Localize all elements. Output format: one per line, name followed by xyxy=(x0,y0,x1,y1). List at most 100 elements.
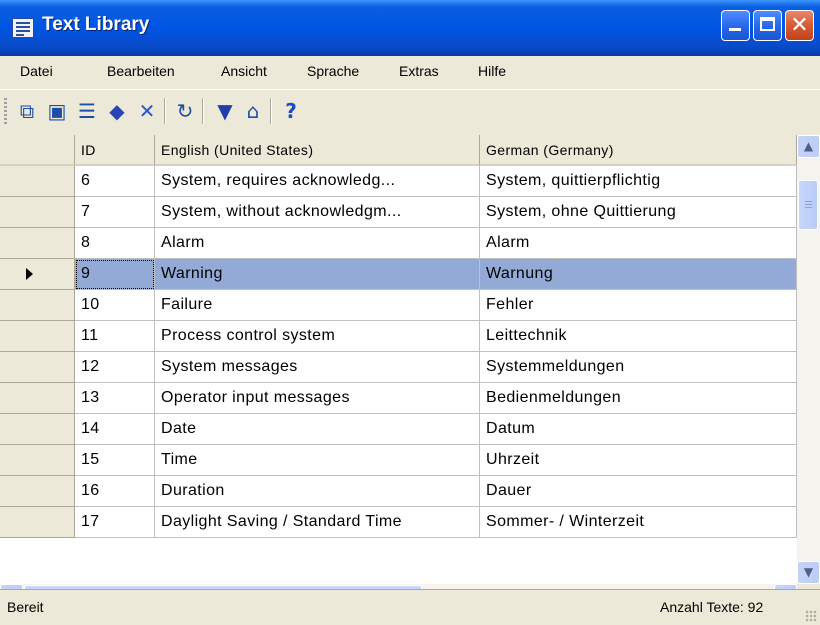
table-row[interactable]: 13 Operator input messages Bedienmeldungen xyxy=(0,383,797,414)
menu-ansicht[interactable]: Ansicht xyxy=(221,63,267,79)
help-icon[interactable]: ? xyxy=(278,98,304,124)
refresh-icon[interactable]: ↻ xyxy=(172,98,198,124)
row-selector[interactable] xyxy=(0,383,75,414)
status-text: Bereit xyxy=(7,599,44,615)
cell-id[interactable]: 14 xyxy=(75,414,155,445)
row-selector[interactable] xyxy=(0,197,75,228)
table-row[interactable]: 15 Time Uhrzeit xyxy=(0,445,797,476)
cell-german[interactable]: Bedienmeldungen xyxy=(480,383,797,414)
column-header-german[interactable]: German (Germany) xyxy=(480,135,797,166)
table-row[interactable]: 12 System messages Systemmeldungen xyxy=(0,352,797,383)
cell-id[interactable]: 13 xyxy=(75,383,155,414)
text-library-window: Text Library ✕ Datei Bearbeiten Ansicht … xyxy=(0,0,820,625)
cell-german[interactable]: System, ohne Quittierung xyxy=(480,197,797,228)
export-icon[interactable]: ⌂ xyxy=(240,98,266,124)
close-icon: ✕ xyxy=(790,13,809,38)
text-grid[interactable]: ID English (United States) German (Germa… xyxy=(0,135,820,584)
cell-german[interactable]: System, quittierpflichtig xyxy=(480,166,797,197)
cell-english[interactable]: System, without acknowledgm... xyxy=(155,197,480,228)
row-selector[interactable] xyxy=(0,352,75,383)
row-selector[interactable] xyxy=(0,507,75,538)
cell-german[interactable]: Datum xyxy=(480,414,797,445)
maximize-button[interactable] xyxy=(753,10,782,41)
row-selector[interactable] xyxy=(0,321,75,352)
cell-english[interactable]: Operator input messages xyxy=(155,383,480,414)
row-selector[interactable] xyxy=(0,414,75,445)
table-row[interactable]: 8 Alarm Alarm xyxy=(0,228,797,259)
cell-id[interactable]: 7 xyxy=(75,197,155,228)
scroll-up-button[interactable]: ▲ xyxy=(797,135,820,158)
cell-english[interactable]: Process control system xyxy=(155,321,480,352)
table-row[interactable]: 11 Process control system Leittechnik xyxy=(0,321,797,352)
row-selector[interactable] xyxy=(0,259,75,290)
properties-icon[interactable]: ☰ xyxy=(74,98,100,124)
title-bar[interactable]: Text Library ✕ xyxy=(0,0,820,56)
toolbar-separator xyxy=(164,98,166,124)
toolbar-separator xyxy=(270,98,272,124)
row-selector[interactable] xyxy=(0,445,75,476)
column-header-english[interactable]: English (United States) xyxy=(155,135,480,166)
cell-german[interactable]: Alarm xyxy=(480,228,797,259)
cell-english[interactable]: Date xyxy=(155,414,480,445)
copy-icon[interactable]: ⧉ xyxy=(14,98,40,124)
menu-datei[interactable]: Datei xyxy=(20,63,53,79)
minimize-button[interactable] xyxy=(721,10,750,41)
menu-bar: Datei Bearbeiten Ansicht Sprache Extras … xyxy=(0,56,820,88)
menu-hilfe[interactable]: Hilfe xyxy=(478,63,506,79)
filter-icon[interactable]: ▼ xyxy=(212,98,238,124)
row-header-corner[interactable] xyxy=(0,135,75,166)
row-selector[interactable] xyxy=(0,290,75,321)
table-row[interactable]: 9 Warning Warnung xyxy=(0,259,797,290)
cell-id[interactable]: 12 xyxy=(75,352,155,383)
row-selector[interactable] xyxy=(0,228,75,259)
row-selector[interactable] xyxy=(0,476,75,507)
table-row[interactable]: 6 System, requires acknowledg... System, q… xyxy=(0,166,797,197)
table-row[interactable]: 17 Daylight Saving / Standard Time Sommer-… xyxy=(0,507,797,538)
cell-id[interactable]: 6 xyxy=(75,166,155,197)
cell-german[interactable]: Uhrzeit xyxy=(480,445,797,476)
cell-english[interactable]: Alarm xyxy=(155,228,480,259)
minimize-icon xyxy=(729,28,741,31)
cell-english[interactable]: Daylight Saving / Standard Time xyxy=(155,507,480,538)
cell-id[interactable]: 9 xyxy=(75,259,155,290)
table-row[interactable]: 7 System, without acknowledgm... System, o… xyxy=(0,197,797,228)
row-selector[interactable] xyxy=(0,166,75,197)
table-icon xyxy=(12,18,34,38)
cell-id[interactable]: 8 xyxy=(75,228,155,259)
vertical-scrollbar[interactable]: ▲ ▼ xyxy=(797,135,820,584)
menu-bearbeiten[interactable]: Bearbeiten xyxy=(107,63,175,79)
cell-english[interactable]: System messages xyxy=(155,352,480,383)
eraser-icon[interactable]: ◆ xyxy=(104,98,130,124)
table-row[interactable]: 10 Failure Fehler xyxy=(0,290,797,321)
cell-id[interactable]: 11 xyxy=(75,321,155,352)
resize-grip[interactable] xyxy=(805,610,817,622)
cell-english[interactable]: System, requires acknowledg... xyxy=(155,166,480,197)
cell-german[interactable]: Warnung xyxy=(480,259,797,290)
cell-english[interactable]: Time xyxy=(155,445,480,476)
cell-german[interactable]: Dauer xyxy=(480,476,797,507)
cell-id[interactable]: 16 xyxy=(75,476,155,507)
cell-german[interactable]: Leittechnik xyxy=(480,321,797,352)
column-header-id[interactable]: ID xyxy=(75,135,155,166)
toolbar-grip[interactable] xyxy=(4,98,7,124)
cell-id[interactable]: 17 xyxy=(75,507,155,538)
cell-german[interactable]: Systemmeldungen xyxy=(480,352,797,383)
menu-extras[interactable]: Extras xyxy=(399,63,439,79)
cell-german[interactable]: Fehler xyxy=(480,290,797,321)
cell-english[interactable]: Duration xyxy=(155,476,480,507)
cell-english[interactable]: Failure xyxy=(155,290,480,321)
table-row[interactable]: 16 Duration Dauer xyxy=(0,476,797,507)
paste-icon[interactable]: ▣ xyxy=(44,98,70,124)
cell-id[interactable]: 10 xyxy=(75,290,155,321)
vertical-scroll-thumb[interactable] xyxy=(798,180,818,230)
close-button[interactable]: ✕ xyxy=(785,10,814,41)
toolbar-separator xyxy=(202,98,204,124)
current-row-arrow-icon xyxy=(26,268,33,280)
menu-sprache[interactable]: Sprache xyxy=(307,63,359,79)
delete-icon[interactable]: ✕ xyxy=(134,98,160,124)
cell-english[interactable]: Warning xyxy=(155,259,480,290)
cell-id[interactable]: 15 xyxy=(75,445,155,476)
scroll-down-button[interactable]: ▼ xyxy=(797,561,820,584)
cell-german[interactable]: Sommer- / Winterzeit xyxy=(480,507,797,538)
table-row[interactable]: 14 Date Datum xyxy=(0,414,797,445)
